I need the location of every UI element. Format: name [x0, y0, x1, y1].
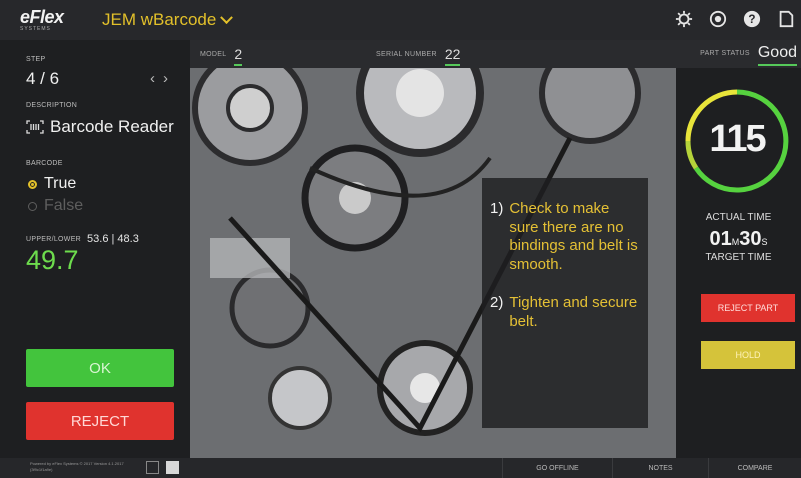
chevron-left-icon[interactable]: ‹: [150, 70, 155, 87]
go-offline-button[interactable]: GO OFFLINE: [502, 458, 612, 478]
serial-number-value: 22: [444, 46, 461, 66]
radio-option-true[interactable]: True: [28, 175, 76, 193]
radio-selected-icon: [28, 179, 37, 189]
reject-part-button[interactable]: REJECT PART: [701, 294, 795, 322]
target-time-label: TARGET TIME: [705, 252, 772, 263]
upper-lower-value: 53.6 | 48.3: [87, 233, 139, 245]
description-value: Barcode Reader: [50, 117, 174, 136]
step-sidebar: STEP 4 / 6 ‹ › DESCRIPTION Barcode Reade…: [0, 40, 190, 458]
instruction-panel: 1) Check to make sure there are no bindi…: [482, 178, 648, 428]
hold-button[interactable]: HOLD: [701, 341, 795, 369]
help-icon[interactable]: ?: [743, 10, 761, 28]
barcode-scan-icon: [26, 120, 44, 134]
target-seconds: 30: [739, 228, 762, 250]
instruction-number: 1): [490, 200, 504, 217]
instruction-text: Check to make sure there are no bindings…: [509, 200, 638, 273]
target-time-value: 01M30S: [676, 228, 801, 251]
compare-button[interactable]: COMPARE: [708, 458, 801, 478]
instruction-item: 2) Tighten and secure belt.: [490, 294, 640, 331]
part-status-value: Good: [757, 44, 798, 66]
chevron-down-icon: [220, 10, 234, 24]
logout-icon[interactable]: [777, 10, 795, 28]
serial-number-label: SERIAL NUMBER: [376, 50, 437, 58]
instruction-text: Tighten and secure belt.: [509, 294, 638, 330]
step-label: STEP: [26, 56, 46, 63]
eflex-logo: eFlex SYSTEMS: [20, 5, 80, 35]
engine-work-image: 1) Check to make sure there are no bindi…: [190, 68, 676, 458]
app-title-dropdown[interactable]: JEM wBarcode: [102, 10, 234, 30]
actual-time-value: 115: [709, 118, 766, 160]
seconds-unit: S: [761, 237, 768, 247]
logo-text: eFlex: [20, 7, 64, 27]
part-status-label: PART STATUS: [700, 49, 750, 57]
barcode-label: BARCODE: [26, 160, 63, 167]
actual-time-label: ACTUAL TIME: [705, 212, 772, 223]
app-title: JEM wBarcode: [102, 10, 217, 29]
settings-icon[interactable]: [675, 10, 693, 28]
target-minutes: 01: [709, 228, 732, 250]
document-view-icon[interactable]: [166, 461, 179, 474]
chevron-right-icon[interactable]: ›: [163, 70, 168, 87]
model-value: 2: [234, 46, 243, 66]
option-label: False: [44, 197, 84, 214]
reject-button[interactable]: REJECT: [26, 402, 174, 440]
instruction-item: 1) Check to make sure there are no bindi…: [490, 200, 640, 274]
help-circle-icon[interactable]: [709, 10, 727, 28]
info-bar: MODEL 2 SERIAL NUMBER 22 PART STATUS Goo…: [190, 40, 801, 68]
description-label: DESCRIPTION: [26, 102, 78, 109]
powered-by-text: Powered by eFlex Systems © 2017 Version …: [30, 461, 124, 472]
notes-button[interactable]: NOTES: [612, 458, 708, 478]
radio-unselected-icon: [28, 201, 37, 211]
instruction-number: 2): [490, 294, 504, 311]
svg-text:?: ?: [748, 13, 755, 26]
grid-view-icon[interactable]: [146, 461, 159, 474]
option-label: True: [44, 175, 77, 192]
radio-option-false[interactable]: False: [28, 197, 83, 215]
timer-panel: 115 ACTUAL TIME 01M30S TARGET TIME REJEC…: [676, 68, 801, 458]
ok-button[interactable]: OK: [26, 349, 174, 387]
model-label: MODEL: [200, 50, 227, 58]
step-value: 4 / 6: [26, 69, 60, 88]
logo-subtext: SYSTEMS: [20, 26, 51, 32]
measurement-reading: 49.7: [26, 245, 79, 275]
footer-bar: Powered by eFlex Systems © 2017 Version …: [0, 458, 801, 478]
top-bar: eFlex SYSTEMS JEM wBarcode ?: [0, 0, 801, 40]
upper-lower-label: UPPER/LOWER: [26, 235, 82, 243]
